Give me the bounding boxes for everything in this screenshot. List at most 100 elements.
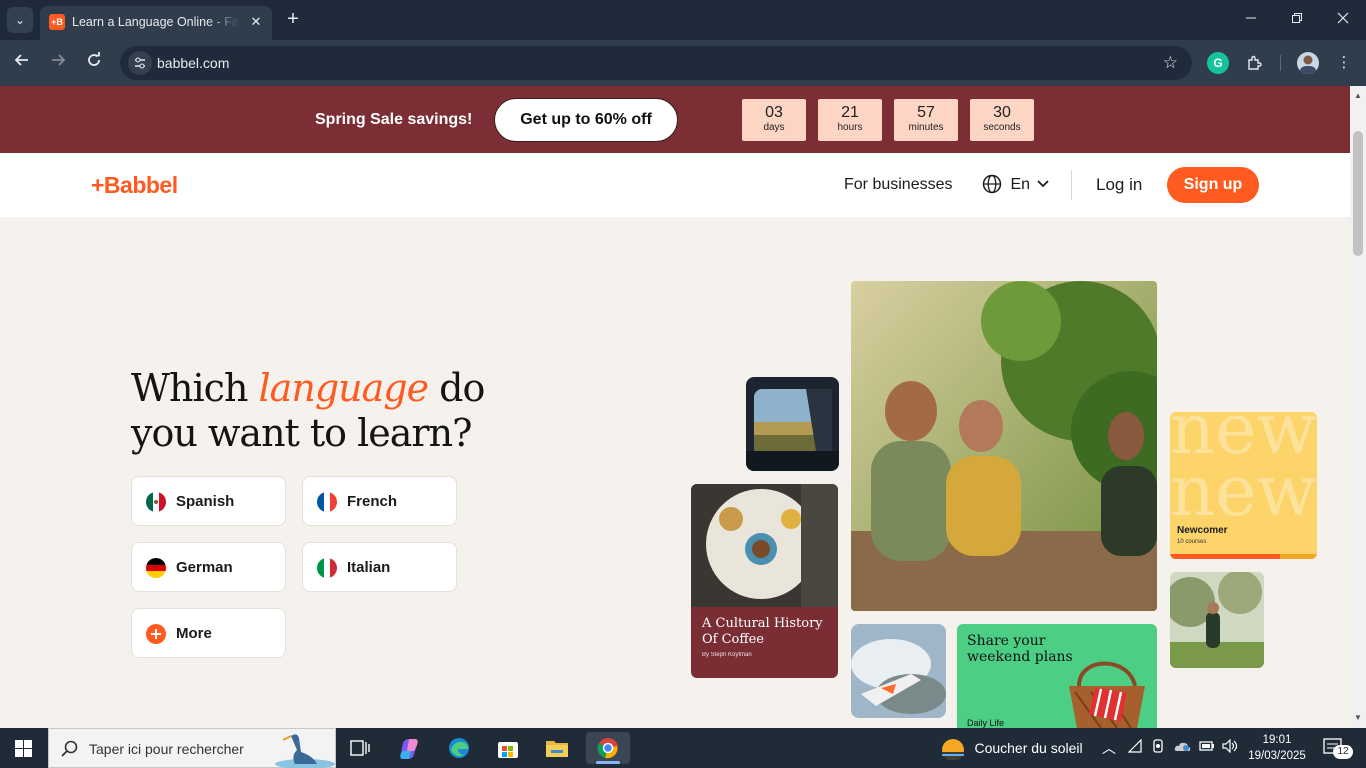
site-header: +Babbel For businesses En Log in Sign up <box>0 153 1350 217</box>
maximize-button[interactable] <box>1274 6 1320 34</box>
newcomer-title: Newcomer <box>1177 525 1228 536</box>
clock-time: 19:01 <box>1262 734 1292 746</box>
germany-flag-icon <box>146 558 166 578</box>
reload-icon <box>88 52 100 66</box>
browser-tab[interactable]: +B Learn a Language Online - Fast and Ef… <box>40 6 272 40</box>
file-explorer-icon[interactable] <box>535 732 579 764</box>
coffee-article-card[interactable]: A Cultural History Of Coffee By Steph Ko… <box>691 484 838 678</box>
extensions-puzzle-icon[interactable] <box>1243 52 1265 74</box>
onedrive-icon[interactable] <box>1174 739 1192 757</box>
newcomer-course-card[interactable]: new new Newcomer 10 courses <box>1170 412 1317 559</box>
signup-button[interactable]: Sign up <box>1167 167 1259 203</box>
task-view-icon[interactable] <box>338 732 382 764</box>
weather-text: Coucher du soleil <box>974 740 1083 756</box>
language-label: French <box>347 493 398 510</box>
globe-icon <box>982 174 1002 194</box>
grammarly-extension-icon[interactable]: G <box>1207 52 1229 74</box>
heron-bird-icon <box>275 734 335 768</box>
hero-title-part: Which <box>131 366 259 410</box>
scroll-up-icon[interactable]: ▲ <box>1354 91 1362 100</box>
bookmark-star-icon[interactable]: ☆ <box>1163 53 1178 73</box>
windows-start-icon[interactable] <box>15 740 32 757</box>
battery-icon[interactable] <box>1199 739 1215 757</box>
browser-menu-icon[interactable]: ⋮ <box>1333 52 1355 74</box>
babbel-logo[interactable]: +Babbel <box>91 172 178 198</box>
url-text[interactable]: babbel.com <box>157 55 229 71</box>
edge-browser-icon[interactable] <box>437 732 481 764</box>
countdown-seconds: 30 seconds <box>970 99 1034 141</box>
taskbar-search-placeholder: Taper ici pour rechercher <box>89 741 244 757</box>
coffee-table-image <box>691 484 838 607</box>
promo-banner: Spring Sale savings! Get up to 60% off 0… <box>0 86 1350 153</box>
newcomer-progress-track <box>1170 554 1317 559</box>
tab-close-button[interactable]: ✕ <box>248 14 264 30</box>
scrollbar-thumb[interactable] <box>1353 131 1363 256</box>
minimize-icon <box>1246 17 1256 19</box>
airplane-window-photo <box>851 624 946 718</box>
header-divider <box>1071 170 1072 200</box>
language-switcher[interactable]: En <box>982 173 1050 197</box>
countdown-value: 57 <box>917 104 935 121</box>
newcomer-subtitle: 10 courses <box>1177 539 1207 545</box>
mexico-flag-icon <box>146 492 166 512</box>
scroll-down-icon[interactable]: ▼ <box>1354 713 1362 722</box>
taskbar-clock[interactable]: 19:01 19/03/2025 <box>1245 732 1309 764</box>
clock-date: 19/03/2025 <box>1248 750 1306 762</box>
countdown-value: 03 <box>765 104 783 121</box>
countdown-days: 03 days <box>742 99 806 141</box>
network-icon[interactable] <box>1127 738 1142 757</box>
volume-icon[interactable] <box>1222 738 1238 757</box>
language-option-spanish[interactable]: Spanish <box>131 476 286 526</box>
reload-button[interactable] <box>82 51 106 75</box>
notification-badge: 12 <box>1333 745 1353 759</box>
copilot-icon[interactable] <box>388 732 432 764</box>
language-option-german[interactable]: German <box>131 542 286 592</box>
tab-title: Learn a Language Online - Fast and Effec… <box>72 15 240 29</box>
meet-now-icon[interactable] <box>1152 739 1166 757</box>
friends-dining-photo <box>851 281 1157 611</box>
language-option-french[interactable]: French <box>302 476 457 526</box>
tab-search-button[interactable]: ⌄ <box>7 7 33 33</box>
page-scrollbar[interactable]: ▲ ▼ <box>1350 86 1366 728</box>
chrome-taskbar-icon[interactable] <box>586 732 630 764</box>
back-button[interactable] <box>10 51 34 75</box>
login-link[interactable]: Log in <box>1096 176 1142 194</box>
language-option-italian[interactable]: Italian <box>302 542 457 592</box>
forward-button[interactable] <box>46 51 70 75</box>
notification-center[interactable]: 12 <box>1323 737 1353 762</box>
new-tab-button[interactable]: + <box>282 8 304 30</box>
hero-title: Which language do you want to learn? <box>131 366 551 456</box>
close-window-button[interactable] <box>1320 6 1366 34</box>
promo-cta-button[interactable]: Get up to 60% off <box>494 98 678 142</box>
language-label: Spanish <box>176 493 235 510</box>
language-option-more[interactable]: More <box>131 608 286 658</box>
for-businesses-link[interactable]: For businesses <box>844 176 953 194</box>
weather-widget[interactable]: Coucher du soleil <box>940 736 1083 761</box>
language-label: Italian <box>347 559 391 576</box>
picnic-basket-icon <box>1069 661 1145 728</box>
language-label: More <box>176 625 212 642</box>
site-info-icon[interactable] <box>128 51 152 75</box>
arrow-left-icon <box>14 54 28 66</box>
countdown-unit: hours <box>837 122 863 133</box>
countdown-unit: seconds <box>983 122 1021 133</box>
countdown-value: 21 <box>841 104 859 121</box>
countdown-unit: minutes <box>908 122 944 133</box>
taskbar-search-box[interactable]: Taper ici pour rechercher <box>48 728 336 768</box>
tray-chevron-up-icon[interactable]: ︿ <box>1102 739 1116 757</box>
chevron-down-icon <box>1037 180 1050 188</box>
minimize-button[interactable] <box>1228 6 1274 34</box>
weekend-plans-card[interactable]: Share your weekend plans Daily Life <box>957 624 1157 728</box>
coffee-article-title: A Cultural History Of Coffee <box>702 616 823 647</box>
arrow-right-icon <box>52 54 66 66</box>
microsoft-store-icon[interactable] <box>486 732 530 764</box>
address-bar[interactable]: babbel.com ☆ <box>120 46 1192 80</box>
chevron-down-icon: ⌄ <box>14 13 26 27</box>
countdown-hours: 21 hours <box>818 99 882 141</box>
newcomer-decoration: new <box>1170 450 1317 532</box>
coffee-article-author: By Steph Koyfman <box>702 652 752 658</box>
countdown-value: 30 <box>993 104 1011 121</box>
countdown-minutes: 57 minutes <box>894 99 958 141</box>
profile-avatar[interactable] <box>1297 52 1319 74</box>
browser-toolbar: babbel.com ☆ G ⋮ <box>0 40 1366 86</box>
